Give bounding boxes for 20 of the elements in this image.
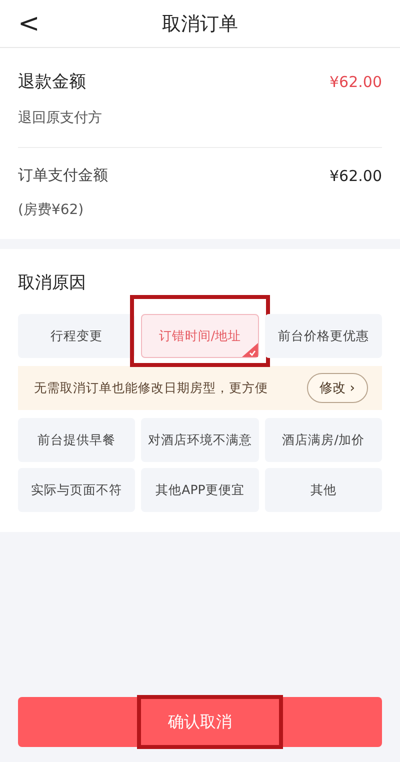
reason-option[interactable]: 前台价格更优惠 <box>264 314 382 358</box>
payment-note: (房费¥62) <box>18 201 85 220</box>
page-title: 取消订单 <box>162 12 238 36</box>
refund-note: 退回原支付方 <box>18 109 103 128</box>
modify-button[interactable]: 修改 › <box>306 373 368 403</box>
reason-option[interactable]: 实际与页面不符 <box>18 468 136 512</box>
section-title: 取消原因 <box>18 272 87 294</box>
reason-option[interactable]: 对酒店环境不满意 <box>141 418 259 462</box>
back-button[interactable]: < <box>14 10 44 38</box>
payment-amount: ¥62.00 <box>330 166 382 184</box>
reason-option[interactable]: 酒店满房/加价 <box>264 418 382 462</box>
refund-label: 退款金额 <box>18 71 86 93</box>
reason-option[interactable]: 行程变更 <box>18 314 136 358</box>
refund-amount: ¥62.00 <box>330 72 382 90</box>
tip-text: 无需取消订单也能修改日期房型，更方便 <box>34 380 268 396</box>
reason-option[interactable]: 前台提供早餐 <box>18 418 136 462</box>
reason-option[interactable]: 其他 <box>264 468 382 512</box>
check-icon <box>242 343 258 357</box>
reason-option[interactable]: 其他APP更便宜 <box>141 468 259 512</box>
payment-label: 订单支付金额 <box>18 166 108 185</box>
